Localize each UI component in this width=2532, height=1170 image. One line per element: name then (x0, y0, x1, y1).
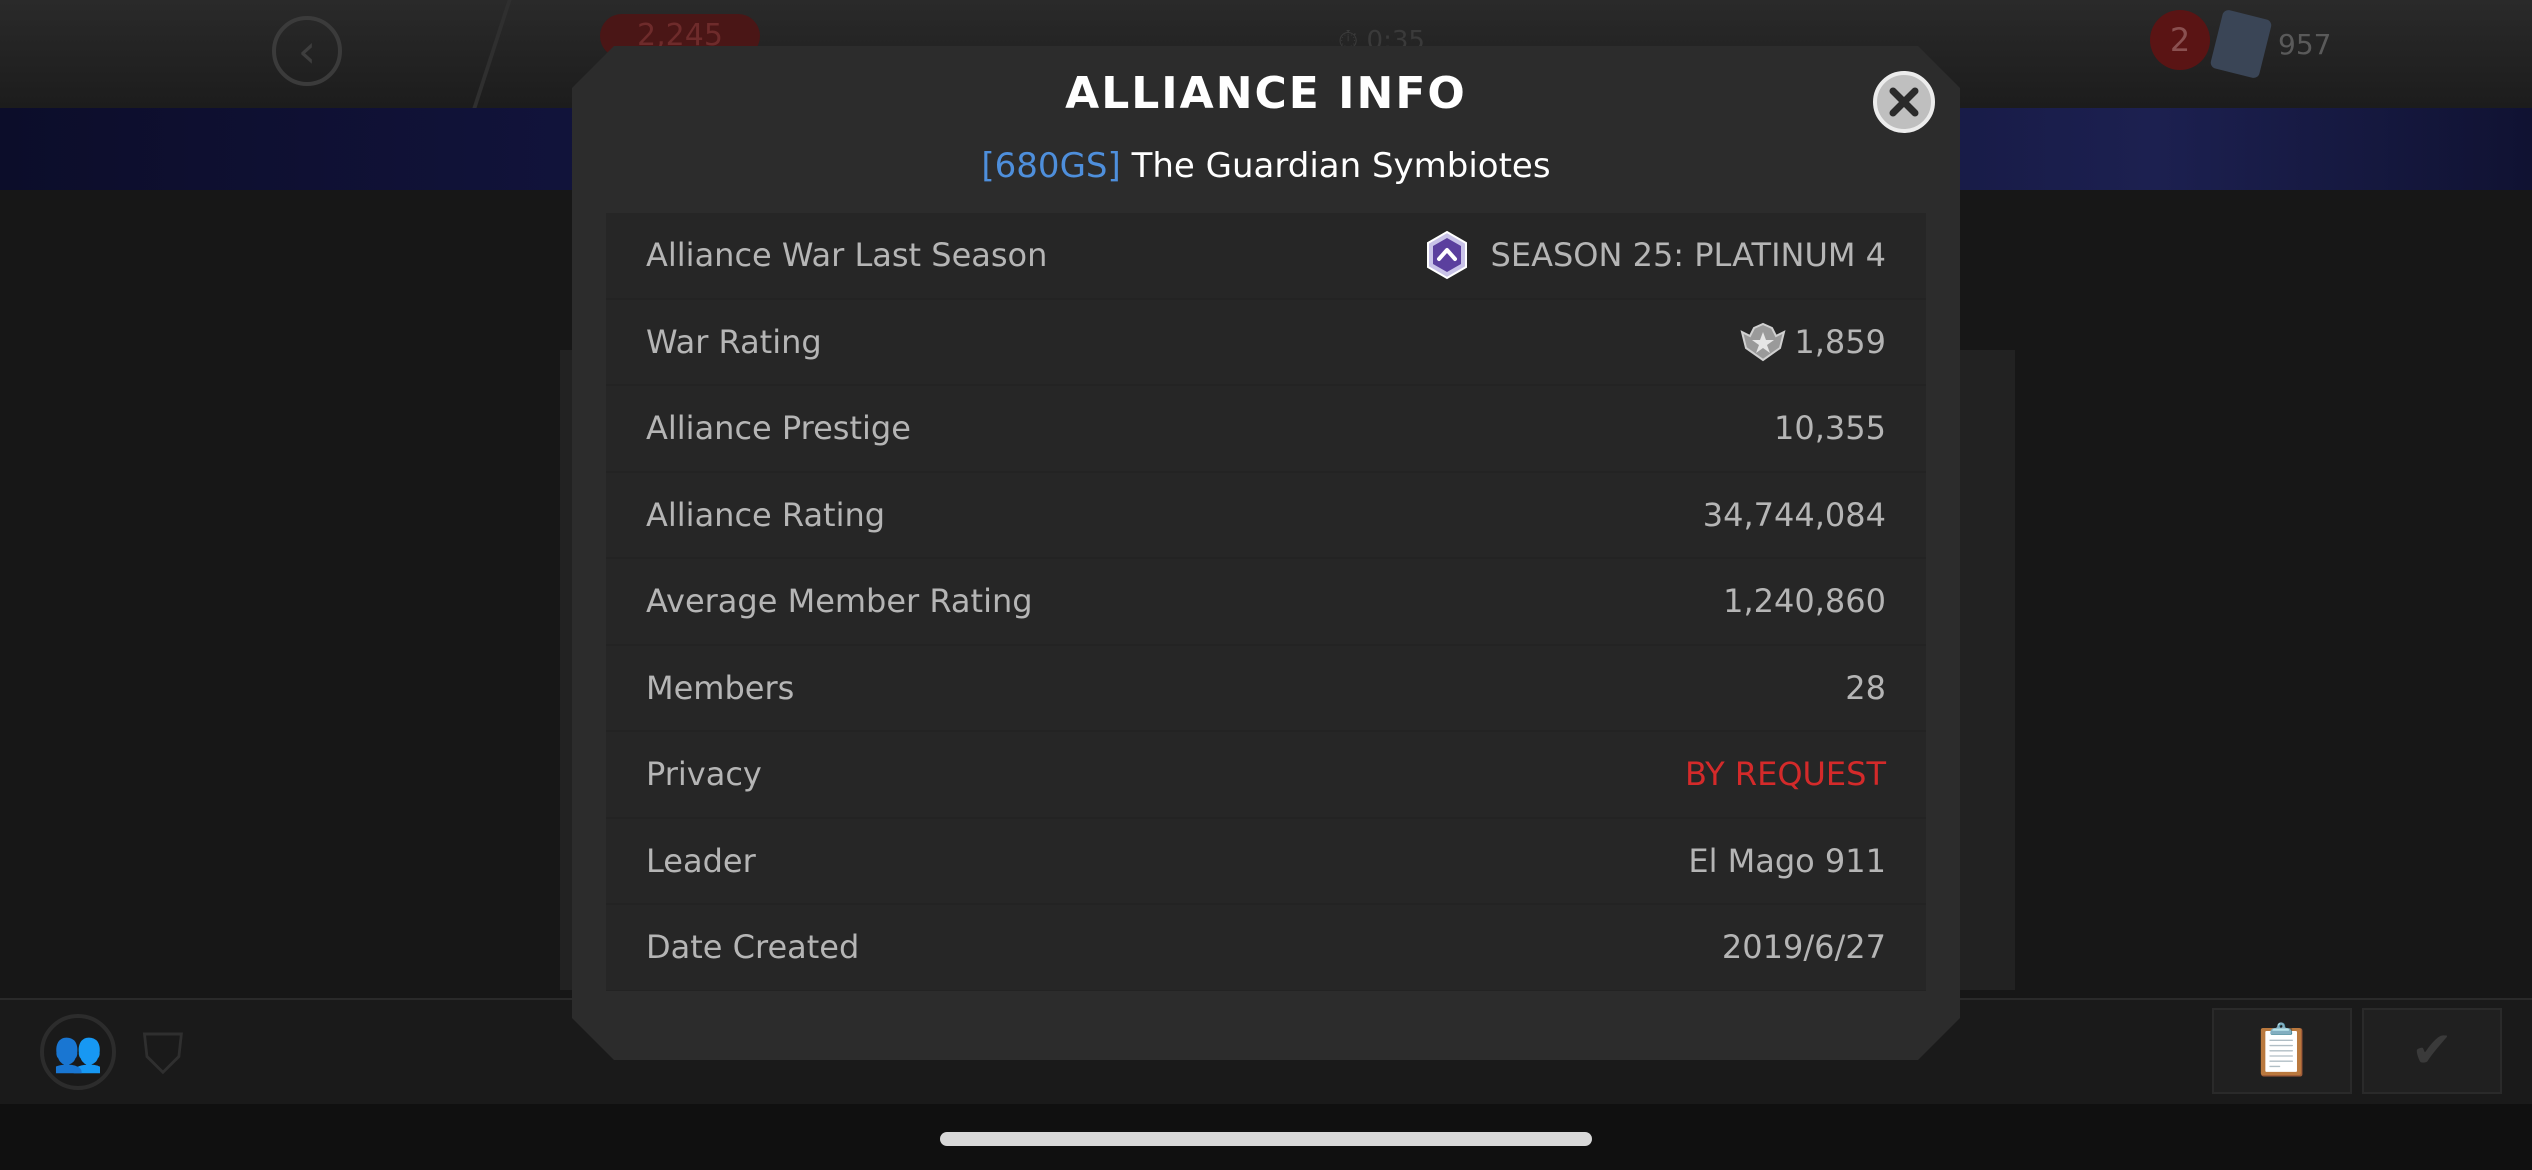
checkmark-icon[interactable]: ✔ (2362, 1008, 2502, 1094)
info-label: Alliance War Last Season (646, 236, 1048, 275)
alliance-info-modal: ALLIANCE INFO [680GS] The Guardian Symbi… (572, 46, 1960, 1060)
info-label: Alliance Rating (646, 495, 886, 534)
info-row-avg-member-rating: Average Member Rating 1,240,860 (606, 559, 1926, 644)
alliance-tag: [680GS] (981, 146, 1121, 186)
info-row-war-season: Alliance War Last Season SEASON 25: PLAT… (606, 213, 1926, 298)
members-icon[interactable]: 👥 (40, 1014, 116, 1090)
background-panel (1955, 350, 2015, 990)
alliance-name-line: [680GS] The Guardian Symbiotes (572, 146, 1960, 186)
info-table: Alliance War Last Season SEASON 25: PLAT… (606, 213, 1926, 991)
info-value: SEASON 25: PLATINUM 4 (1425, 230, 1886, 280)
modal-title: ALLIANCE INFO (1065, 68, 1467, 119)
back-button[interactable]: ‹ (272, 16, 342, 86)
chevron-left-icon: ‹ (297, 24, 317, 78)
leader-name: El Mago 911 (1688, 841, 1886, 880)
info-row-members: Members 28 (606, 645, 1926, 730)
info-row-war-rating: War Rating 1,859 (606, 299, 1926, 384)
info-row-privacy: Privacy BY REQUEST (606, 732, 1926, 817)
war-rating-icon (1740, 322, 1786, 361)
info-value: 1,859 (1740, 322, 1886, 362)
info-label: Average Member Rating (646, 582, 1033, 621)
screen: ‹ 2,245 ⏱ 0:35 2 957 👥 ⛉ 📋 ✔ ALLIANCE IN… (0, 0, 2532, 1170)
info-label: Members (646, 668, 795, 707)
info-value: 2019/6/27 (1721, 928, 1886, 967)
close-icon (1889, 87, 1919, 117)
card-count: 957 (2278, 28, 2332, 61)
info-label: Date Created (646, 928, 860, 967)
close-button[interactable] (1873, 71, 1935, 133)
home-indicator[interactable] (940, 1132, 1592, 1146)
info-label: War Rating (646, 322, 822, 361)
info-label: Privacy (646, 755, 762, 794)
info-row-alliance-rating: Alliance Rating 34,744,084 (606, 472, 1926, 557)
info-value: 10,355 (1774, 409, 1886, 448)
info-value: 1,240,860 (1723, 582, 1886, 621)
info-row-leader: Leader El Mago 911 (606, 818, 1926, 903)
info-value: 34,744,084 (1702, 495, 1886, 534)
info-label: Leader (646, 841, 756, 880)
info-value: 28 (1845, 668, 1886, 707)
platinum-tier-icon (1426, 231, 1467, 280)
shield-icon[interactable]: ⛉ (142, 1022, 184, 1088)
info-row-date-created: Date Created 2019/6/27 (606, 905, 1926, 990)
info-row-prestige: Alliance Prestige 10,355 (606, 386, 1926, 471)
info-label: Alliance Prestige (646, 409, 911, 448)
notification-badge[interactable]: 2 (2150, 10, 2210, 70)
clipboard-icon[interactable]: 📋 (2212, 1008, 2352, 1094)
privacy-value: BY REQUEST (1684, 755, 1886, 794)
alliance-name: The Guardian Symbiotes (1131, 146, 1551, 186)
